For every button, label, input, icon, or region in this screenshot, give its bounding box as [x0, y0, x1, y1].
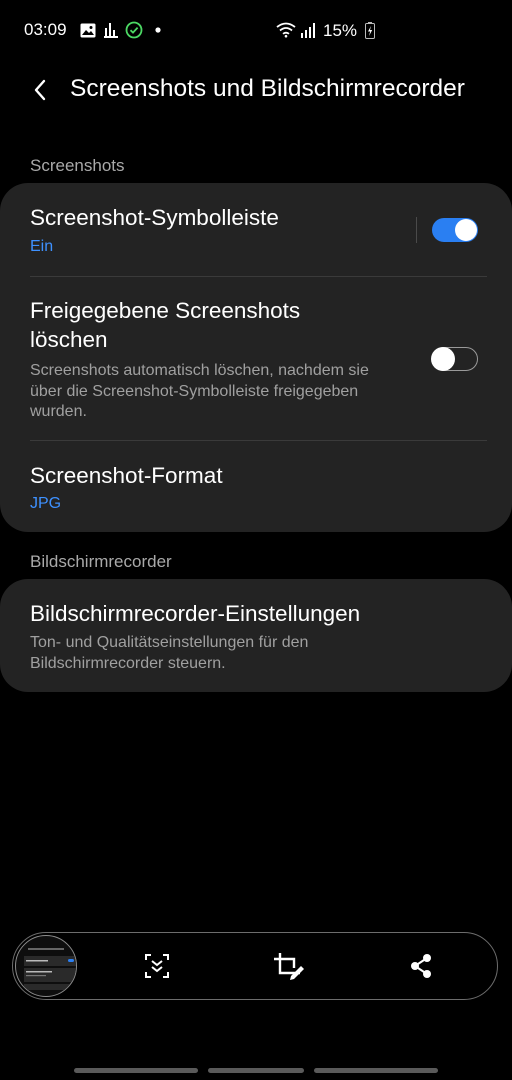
- toolbar-toggle[interactable]: [432, 218, 478, 242]
- chevron-left-icon: [34, 79, 46, 101]
- setting-recorder-settings[interactable]: Bildschirmrecorder-Einstellungen Ton- un…: [0, 579, 512, 692]
- recorder-card: Bildschirmrecorder-Einstellungen Ton- un…: [0, 579, 512, 692]
- dot-icon: [148, 20, 168, 40]
- toggle-knob: [431, 346, 455, 371]
- setting-screenshot-toolbar[interactable]: Screenshot-Symbolleiste Ein: [0, 183, 512, 276]
- share-button[interactable]: [405, 950, 437, 982]
- setting-desc-line1: Screenshots automatisch löschen, nachdem…: [30, 362, 369, 379]
- battery-percent: 15%: [323, 21, 358, 40]
- separator: [416, 217, 417, 243]
- setting-title: Bildschirmrecorder-Einstellungen: [30, 601, 361, 626]
- page-title: Screenshots und Bildschirmrecorder: [70, 75, 465, 102]
- screenshot-toolbar: [12, 932, 498, 1000]
- setting-desc-line2: über die Screenshot-Symbolleiste freigeg…: [30, 382, 359, 400]
- setting-desc-line2: Bildschirmrecorder steuern.: [30, 654, 226, 672]
- screenshots-card: Screenshot-Symbolleiste Ein Freigegebene…: [0, 183, 512, 532]
- scroll-capture-icon: [145, 954, 169, 978]
- setting-screenshot-format[interactable]: Screenshot-Format JPG: [0, 441, 512, 532]
- thumbnail-preview-icon: [24, 948, 76, 990]
- app-header: Screenshots und Bildschirmrecorder: [0, 62, 512, 118]
- check-circle-icon: [124, 20, 144, 40]
- nav-gesture-left[interactable]: [74, 1068, 198, 1073]
- setting-desc-line1: Ton- und Qualitätseinstellungen für den: [30, 634, 309, 651]
- nav-gesture-home[interactable]: [208, 1068, 304, 1073]
- setting-title: Screenshot-Symbolleiste: [30, 205, 279, 230]
- setting-value: JPG: [30, 495, 62, 512]
- crop-edit-button[interactable]: [273, 950, 305, 982]
- section-label-recorder: Bildschirmrecorder: [30, 552, 172, 571]
- setting-desc-line3: wurden.: [30, 403, 87, 420]
- status-time: 03:09: [24, 20, 67, 39]
- setting-title: Screenshot-Format: [30, 463, 223, 488]
- crop-edit-icon: [274, 953, 304, 980]
- screenshot-thumbnail[interactable]: [15, 935, 77, 997]
- setting-delete-shared-screenshots[interactable]: Freigegebene Screenshots löschen Screens…: [0, 277, 512, 440]
- wifi-icon: [276, 20, 296, 40]
- image-icon: [78, 20, 98, 40]
- delete-shared-toggle[interactable]: [431, 346, 478, 371]
- activity-bars-icon: [101, 20, 121, 40]
- share-icon: [411, 954, 431, 978]
- signal-icon: [298, 20, 318, 40]
- setting-title-line1: Freigegebene Screenshots: [30, 298, 301, 323]
- section-label-screenshots: Screenshots: [30, 156, 125, 175]
- setting-value: Ein: [30, 238, 54, 255]
- toggle-knob: [455, 219, 477, 241]
- battery-charging-icon: [360, 20, 380, 40]
- status-bar: 03:09 15%: [0, 0, 512, 62]
- nav-gesture-right[interactable]: [314, 1068, 438, 1073]
- back-button[interactable]: [22, 72, 58, 108]
- scroll-capture-button[interactable]: [141, 950, 173, 982]
- setting-title-line2: löschen: [30, 327, 108, 352]
